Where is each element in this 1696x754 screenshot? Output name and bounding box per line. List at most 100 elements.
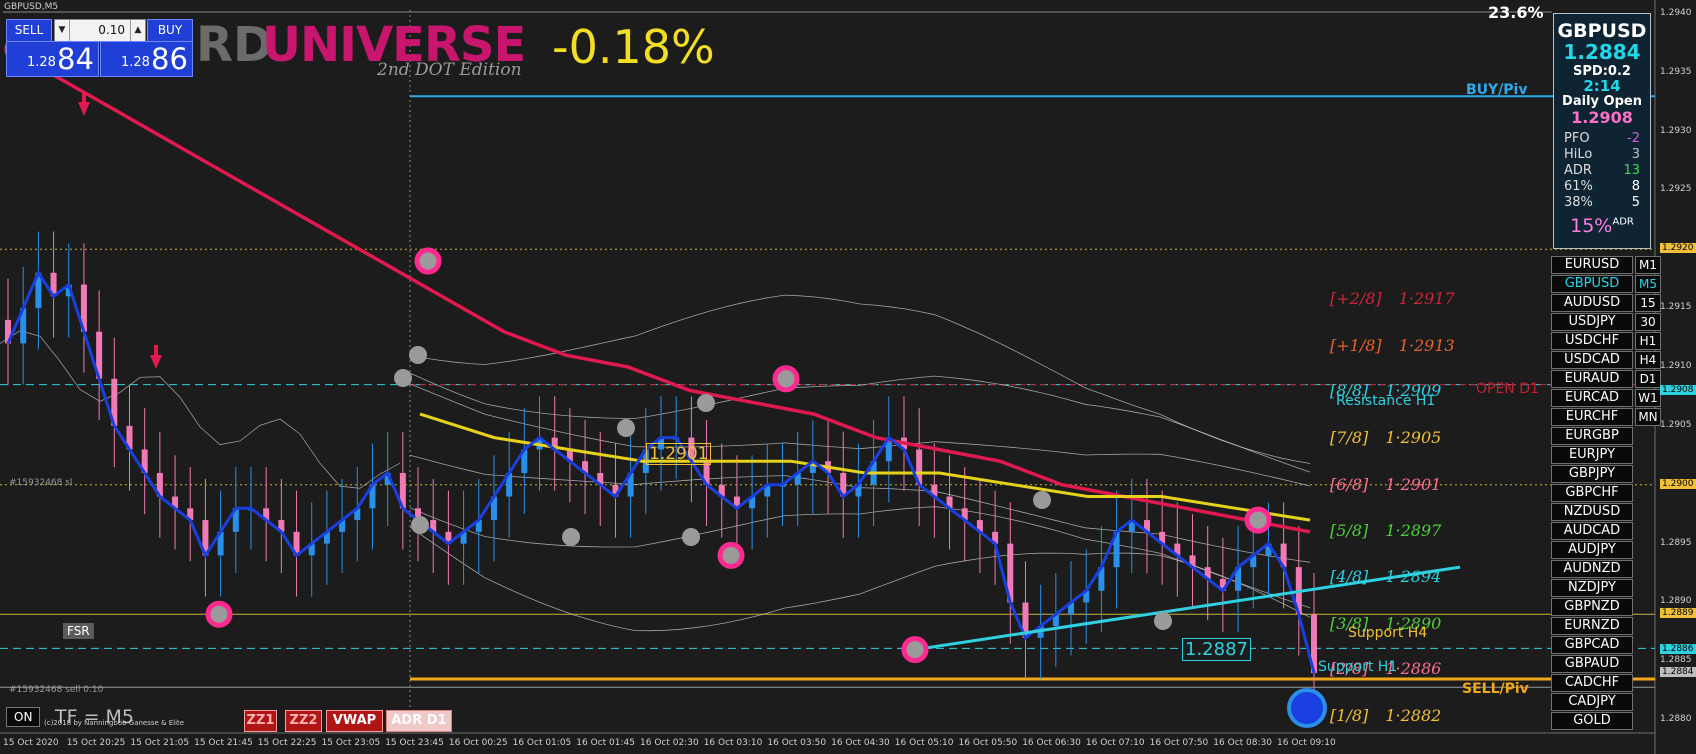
symbol-button-eurusd[interactable]: EURUSD [1551,256,1633,274]
order-sl-label: #15932468 sl [9,478,73,488]
support-h4-label: Support H4 [1348,625,1428,641]
time-axis-label: 16 Oct 03:50 [767,738,827,748]
symbol-button-eurjpy[interactable]: EURJPY [1551,446,1633,464]
timeframe-button-w1[interactable]: W1 [1635,389,1661,407]
timeframe-button-m5[interactable]: M5 [1635,275,1661,293]
stat-label: ADR [1564,163,1592,178]
price-box-1: 1.2901 [646,443,712,465]
symbol-button-gbpnzd[interactable]: GBPNZD [1551,598,1633,616]
stat-row: PFO -2 [1560,131,1644,147]
time-axis-label: 15 Oct 22:25 [257,738,317,748]
symbol-button-nzdusd[interactable]: NZDUSD [1551,503,1633,521]
stat-value: 3 [1631,147,1640,162]
symbol-button-audnzd[interactable]: AUDNZD [1551,560,1633,578]
fibo-level-value: 1·2905 [1380,428,1442,447]
symbol-button-gbpjpy[interactable]: GBPJPY [1551,465,1633,483]
time-axis-label: 15 Oct 21:45 [194,738,253,748]
time-axis-label: 16 Oct 00:25 [448,738,508,748]
daily-change: -0.18% [552,20,715,74]
stat-row: HiLo 3 [1560,147,1644,163]
fractal-dot [411,516,429,534]
symbol-button-nzdjpy[interactable]: NZDJPY [1551,579,1633,597]
zz2-button[interactable]: ZZ2 [285,710,322,732]
price-axis-label: 1.2910 [1660,361,1692,371]
fibo-level-9: [1/8] 1·2882 [1330,706,1441,725]
one-click-trade-panel: GBPUSD,M5 SELL ▼ 0.10 ▲ BUY 1.28 84 1.28… [0,0,196,80]
timeframe-button-mn[interactable]: MN [1635,408,1661,426]
timeframe-button-h1[interactable]: H1 [1635,332,1661,350]
pivot-marker [205,600,233,628]
fsr-button[interactable]: FSR [63,623,94,639]
timeframe-button-h4[interactable]: H4 [1635,351,1661,369]
symbol-button-gbpcad[interactable]: GBPCAD [1551,636,1633,654]
price-axis-label: 1.2925 [1660,184,1692,195]
fibo-level-0: [+2/8] 1·2917 [1330,289,1455,308]
fractal-dot [617,419,635,437]
timeframe-button-m1[interactable]: M1 [1635,256,1661,274]
zz1-button[interactable]: ZZ1 [244,710,277,732]
price-axis-label: 1.2920 [1660,243,1696,254]
fibo-level-4: [6/8] 1·2901 [1330,475,1441,494]
buy-price-box[interactable]: 1.28 86 [100,41,193,77]
symbol-button-euraud[interactable]: EURAUD [1551,370,1633,388]
chart-title: GBPUSD,M5 [4,2,59,12]
symbol-info-panel: GBPUSD 1.2884 SPD:0.2 2:14 Daily Open 1.… [1553,13,1651,249]
fibo-level-value: 1·2901 [1380,475,1442,494]
price-axis-label: 1.2930 [1660,125,1692,136]
time-axis-label: 16 Oct 01:05 [512,738,572,748]
price-chart[interactable] [0,0,1696,754]
symbol-button-audusd[interactable]: AUDUSD [1551,294,1633,312]
buy-button[interactable]: BUY [147,19,193,42]
symbol-button-usdchf[interactable]: USDCHF [1551,332,1633,350]
price-axis-label: 1.2908 [1660,384,1696,395]
vwap-button[interactable]: VWAP [326,710,383,732]
sell-button[interactable]: SELL [6,19,52,42]
fibo-level-label: [+2/8] [1330,289,1382,308]
buy-price-small: 1.28 [121,55,150,70]
on-toggle[interactable]: ON [6,707,41,727]
symbol-button-gbpaud[interactable]: GBPAUD [1551,655,1633,673]
current-price-marker [1287,688,1327,728]
lot-increase-icon[interactable]: ▲ [130,20,145,41]
stat-row: 61% 8 [1560,179,1644,195]
symbol-button-eurnzd[interactable]: EURNZD [1551,617,1633,635]
symbol-button-eurcad[interactable]: EURCAD [1551,389,1633,407]
stat-label: 38% [1564,195,1593,210]
fibo-level-1: [+1/8] 1·2913 [1330,336,1455,355]
sell-price-small: 1.28 [27,55,56,70]
fibo-level-label: [5/8] [1330,521,1369,540]
symbol-button-audcad[interactable]: AUDCAD [1551,522,1633,540]
time-axis-label: 16 Oct 09:10 [1277,738,1336,748]
fibo-level-value: 1·2913 [1393,336,1455,355]
symbol-button-eurgbp[interactable]: EURGBP [1551,427,1633,445]
lot-size-stepper[interactable]: ▼ 0.10 ▲ [54,19,146,42]
lot-decrease-icon[interactable]: ▼ [55,20,70,41]
timeframe-button-d1[interactable]: D1 [1635,370,1661,388]
time-axis-label: 16 Oct 01:45 [576,738,635,748]
symbol-button-audjpy[interactable]: AUDJPY [1551,541,1633,559]
fractal-dot [562,528,580,546]
sell-price-box[interactable]: 1.28 84 [6,41,99,77]
time-axis-label: 16 Oct 06:30 [1022,738,1081,748]
lot-size-value[interactable]: 0.10 [71,20,129,41]
timeframe-button-15[interactable]: 15 [1635,294,1661,312]
fibo-level-value: 1·2894 [1380,567,1442,586]
symbol-button-gbpchf[interactable]: GBPCHF [1551,484,1633,502]
symbol-button-gold[interactable]: GOLD [1551,712,1633,730]
symbol-button-usdjpy[interactable]: USDJPY [1551,313,1633,331]
symbol-button-usdcad[interactable]: USDCAD [1551,351,1633,369]
time-axis-label: 16 Oct 08:30 [1213,738,1272,748]
time-axis-label: 16 Oct 03:10 [703,738,763,748]
symbol-button-gbpusd[interactable]: GBPUSD [1551,275,1633,293]
pivot-marker [901,636,929,664]
sell-pivot-label: SELL/Piv [1462,681,1529,697]
order-sell-label: #15932468 sell 0.10 [9,685,104,695]
stat-value: 5 [1631,195,1640,210]
price-axis-label: 1.2905 [1660,419,1692,430]
symbol-button-cadchf[interactable]: CADCHF [1551,674,1633,692]
timeframe-button-30[interactable]: 30 [1635,313,1661,331]
symbol-button-cadjpy[interactable]: CADJPY [1551,693,1633,711]
adr-d1-button[interactable]: ADR D1 [386,710,452,732]
symbol-button-eurchf[interactable]: EURCHF [1551,408,1633,426]
fractal-dot [1154,612,1172,630]
